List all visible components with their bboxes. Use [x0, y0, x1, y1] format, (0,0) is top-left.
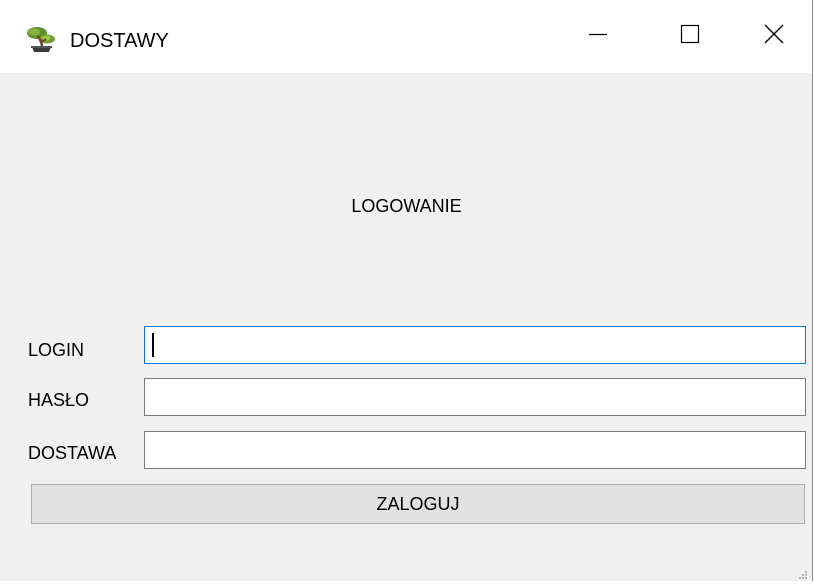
- minimize-button[interactable]: [552, 0, 644, 73]
- form-heading: LOGOWANIE: [351, 196, 462, 216]
- login-button[interactable]: ZALOGUJ: [31, 484, 805, 524]
- login-input[interactable]: [144, 326, 806, 364]
- maximize-icon: [680, 24, 700, 49]
- close-icon: [764, 24, 784, 49]
- bonsai-tree-icon: [25, 24, 57, 56]
- password-input[interactable]: [144, 378, 806, 416]
- delivery-label: DOSTAWA: [28, 443, 117, 463]
- login-label: LOGIN: [28, 340, 85, 360]
- login-window: DOSTAWY LOGOWANIE LOGIN HASŁO DOSTAWA ZA…: [0, 0, 813, 581]
- close-button[interactable]: [736, 0, 812, 73]
- password-label: HASŁO: [28, 390, 90, 410]
- text-caret: [152, 333, 154, 357]
- title-bar[interactable]: DOSTAWY: [0, 0, 812, 73]
- resize-grip-icon[interactable]: [796, 567, 808, 579]
- delivery-input[interactable]: [144, 431, 806, 469]
- maximize-button[interactable]: [644, 0, 736, 73]
- minimize-icon: [588, 24, 608, 49]
- window-title: DOSTAWY: [70, 30, 169, 52]
